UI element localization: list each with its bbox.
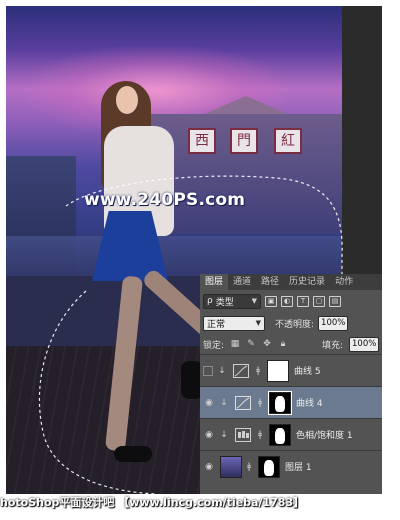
- layer-row-selected[interactable]: ◉ ↓ ǂ 曲线 4: [200, 386, 382, 418]
- lock-row: 锁定: ▦ ✎ ✥ 🔒︎ 填充: 100%: [200, 334, 382, 354]
- adjustment-filter-icon[interactable]: ◐: [281, 295, 293, 307]
- layer-mask-thumbnail[interactable]: [267, 359, 289, 382]
- pixel-filter-icon[interactable]: ▣: [265, 295, 277, 307]
- fill-label: 填充:: [321, 340, 343, 351]
- type-filter-icon[interactable]: T: [297, 295, 309, 307]
- layer-name: 曲线 5: [294, 367, 321, 377]
- photo-watermark: www.240PS.com: [84, 190, 246, 210]
- layer-mask-thumbnail[interactable]: [268, 390, 292, 415]
- chevron-down-icon: ▼: [251, 297, 257, 305]
- lock-label: 锁定:: [203, 340, 225, 351]
- layer-row[interactable]: ◉ ǂ 图层 1: [200, 450, 382, 482]
- layer-name: 图层 1: [285, 463, 312, 473]
- blend-mode-value: 正常: [207, 319, 226, 330]
- eye-icon[interactable]: ◉: [203, 461, 215, 473]
- tab-paths[interactable]: 路径: [256, 274, 284, 290]
- tab-actions[interactable]: 动作: [330, 274, 358, 290]
- layer-mask-thumbnail[interactable]: [258, 455, 280, 478]
- footer-watermark: hotoShop平面设计吧 【www.lincg.com/tieba/1783】: [0, 496, 305, 509]
- eye-icon[interactable]: ◉: [203, 397, 215, 409]
- chevron-down-icon: ▼: [255, 319, 261, 327]
- layer-name: 色相/饱和度 1: [296, 431, 353, 441]
- clipping-arrow-icon: ↓: [218, 365, 226, 376]
- layer-filter-select[interactable]: ρ 类型 ▼: [203, 293, 261, 309]
- fill-field[interactable]: 100%: [349, 336, 379, 352]
- link-icon: ǂ: [258, 429, 263, 440]
- lock-all-icon[interactable]: 🔒︎: [278, 339, 288, 349]
- layer-mask-thumbnail[interactable]: [269, 423, 291, 446]
- eye-icon[interactable]: ◉: [203, 429, 215, 441]
- shape-filter-icon[interactable]: ▢: [313, 295, 325, 307]
- link-icon: ǂ: [247, 461, 252, 472]
- layers-panel: 图层 通道 路径 历史记录 动作 ρ 类型 ▼ ▣ ◐ T ▢ ▤ 正常 ▼ 不…: [200, 274, 382, 494]
- link-icon: ǂ: [256, 365, 261, 376]
- blend-row: 正常 ▼ 不透明度: 100%: [200, 312, 382, 334]
- curves-adjustment-icon: [231, 361, 251, 381]
- link-icon: ǂ: [258, 397, 263, 408]
- clipping-arrow-icon: ↓: [220, 397, 228, 408]
- clipping-arrow-icon: ↓: [220, 429, 228, 440]
- lock-transparent-icon[interactable]: ▦: [230, 339, 240, 349]
- opacity-label: 不透明度:: [275, 319, 315, 330]
- layer-row[interactable]: ◉ ↓ ǂ 色相/饱和度 1: [200, 418, 382, 450]
- tab-layers[interactable]: 图层: [200, 274, 229, 290]
- layer-filter-row: ρ 类型 ▼ ▣ ◐ T ▢ ▤: [200, 290, 382, 312]
- layer-name: 曲线 4: [296, 399, 323, 409]
- tab-channels[interactable]: 通道: [228, 274, 256, 290]
- curves-adjustment-icon: [233, 393, 253, 413]
- smart-object-filter-icon[interactable]: ▤: [329, 295, 341, 307]
- hue-saturation-adjustment-icon: [233, 425, 253, 445]
- lock-position-icon[interactable]: ✥: [262, 339, 272, 349]
- panel-tab-bar: 图层 通道 路径 历史记录 动作: [200, 274, 382, 290]
- visibility-toggle-off[interactable]: [203, 365, 213, 376]
- layer-thumbnail[interactable]: [220, 455, 242, 478]
- blend-mode-select[interactable]: 正常 ▼: [203, 315, 265, 331]
- opacity-field[interactable]: 100%: [318, 315, 349, 331]
- search-icon: ρ: [207, 296, 213, 306]
- layer-row[interactable]: ↓ ǂ 曲线 5: [200, 354, 382, 386]
- lock-image-icon[interactable]: ✎: [246, 339, 256, 349]
- tab-history[interactable]: 历史记录: [284, 274, 330, 290]
- filter-label: 类型: [215, 297, 234, 308]
